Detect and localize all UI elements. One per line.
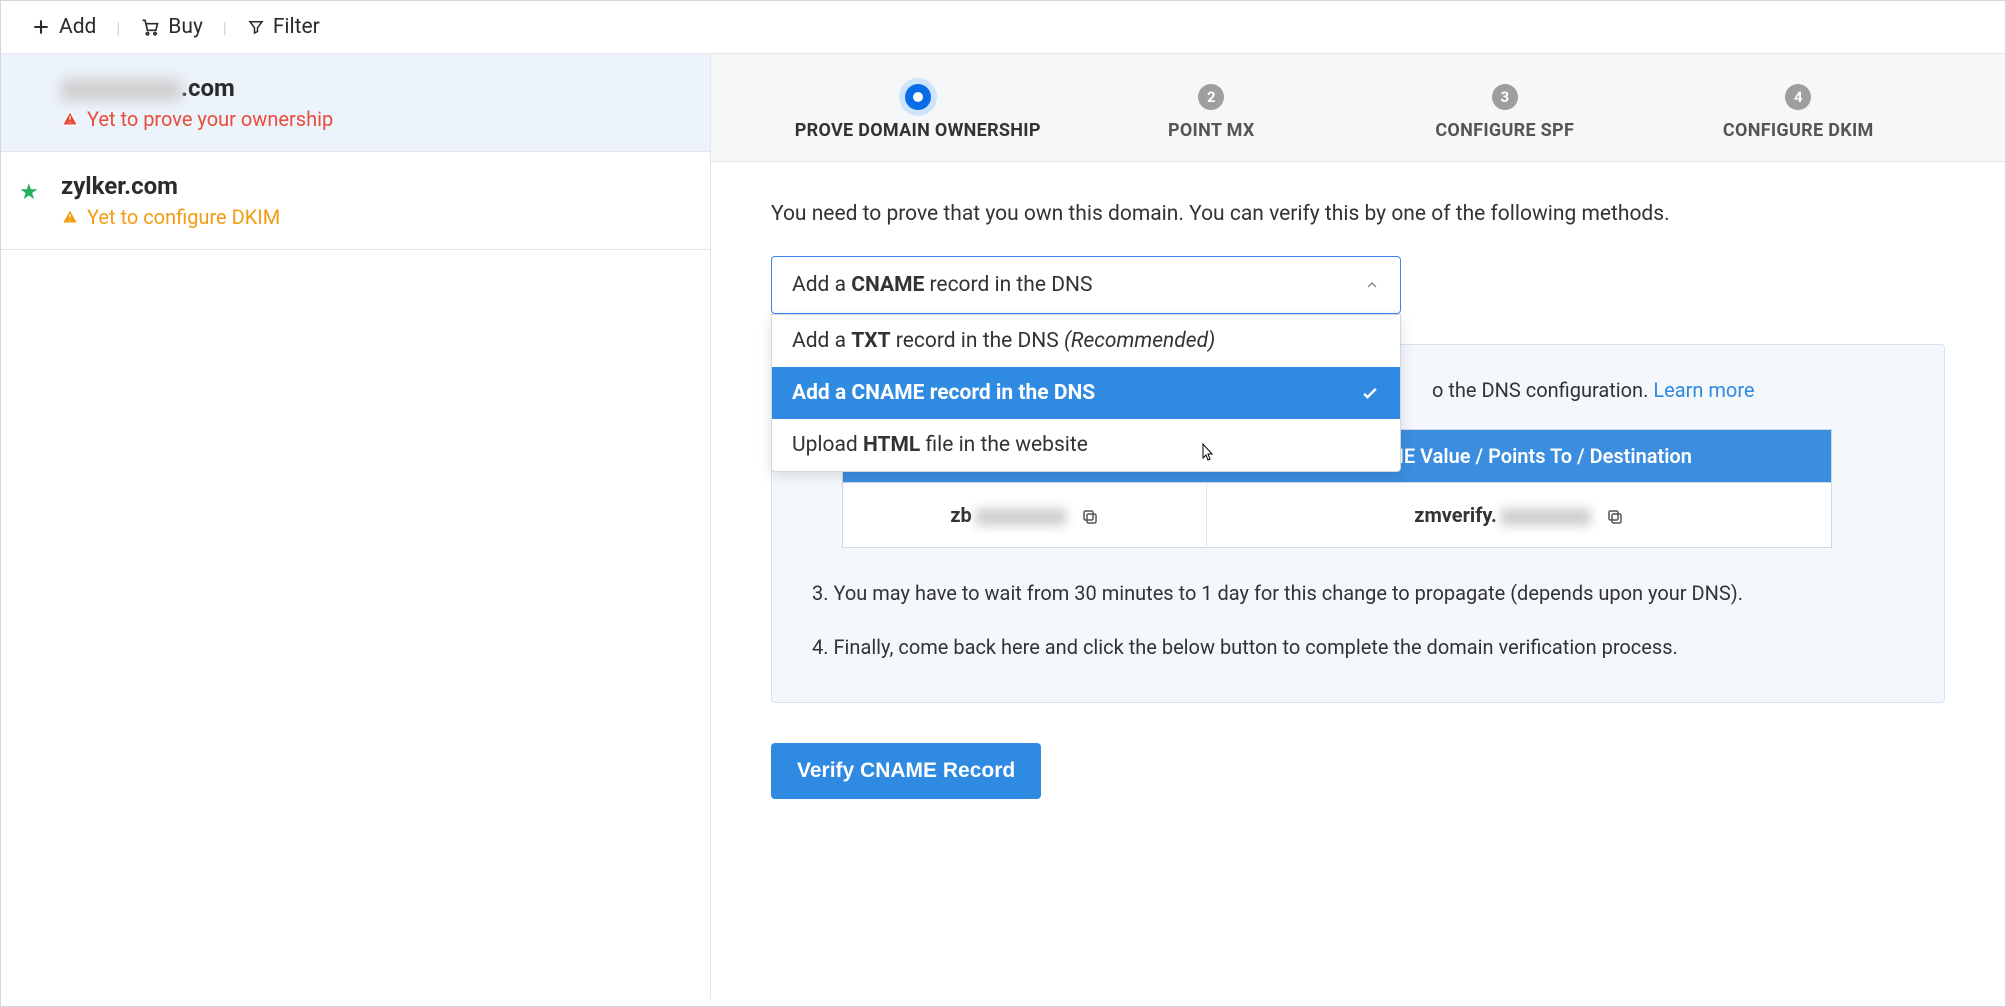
step-circle: 3 — [1492, 84, 1518, 110]
step-circle: 2 — [1198, 84, 1224, 110]
cart-icon — [140, 17, 160, 37]
domain-status: Yet to configure DKIM — [61, 205, 670, 229]
domain-name: zylker.com — [61, 172, 670, 200]
main-body: You need to prove that you own this doma… — [711, 162, 2005, 999]
filter-label: Filter — [273, 15, 320, 39]
step-3[interactable]: 3 CONFIGURE SPF — [1358, 84, 1652, 141]
blurred-domain-prefix — [61, 79, 181, 101]
step-label: POINT MX — [1168, 120, 1255, 141]
dropdown-option-cname[interactable]: Add a CNAME record in the DNS — [772, 367, 1400, 419]
check-icon — [1360, 383, 1380, 403]
step-circle: 4 — [1785, 84, 1811, 110]
filter-button[interactable]: Filter — [247, 15, 320, 39]
warning-icon — [61, 110, 79, 128]
star-icon: ★ — [19, 180, 39, 205]
stepper: PROVE DOMAIN OWNERSHIP 2 POINT MX 3 CONF… — [711, 54, 2005, 162]
table-row: zb zmverify. — [843, 483, 1832, 548]
dropdown-value: Add a CNAME record in the DNS — [792, 273, 1092, 297]
verify-button[interactable]: Verify CNAME Record — [771, 743, 1041, 799]
option-label: Upload HTML file in the website — [792, 433, 1088, 457]
buy-label: Buy — [168, 15, 203, 39]
cell-cname-name: zb — [843, 483, 1207, 548]
info-text: o the DNS configuration. — [1432, 378, 1653, 402]
domain-status: Yet to prove your ownership — [61, 107, 670, 131]
step-4[interactable]: 4 CONFIGURE DKIM — [1652, 84, 1946, 141]
domain-item-1[interactable]: .com Yet to prove your ownership — [1, 54, 710, 152]
intro-text: You need to prove that you own this doma… — [771, 202, 1945, 226]
domain-item-2[interactable]: ★ zylker.com Yet to configure DKIM — [1, 152, 710, 250]
filter-icon — [247, 18, 265, 36]
chevron-up-icon — [1364, 277, 1380, 293]
option-label: Add a CNAME record in the DNS — [792, 381, 1095, 405]
dropdown-option-txt[interactable]: Add a TXT record in the DNS (Recommended… — [772, 315, 1400, 367]
step-label: CONFIGURE SPF — [1435, 120, 1574, 141]
domain-suffix: .com — [181, 74, 235, 102]
step-circle — [905, 84, 931, 110]
add-button[interactable]: Add — [31, 15, 96, 39]
step-1[interactable]: PROVE DOMAIN OWNERSHIP — [771, 84, 1065, 141]
dropdown-option-html[interactable]: Upload HTML file in the website — [772, 419, 1400, 471]
step-label: PROVE DOMAIN OWNERSHIP — [795, 120, 1041, 141]
learn-more-link[interactable]: Learn more — [1653, 378, 1754, 402]
info-step-3: 3. You may have to wait from 30 minutes … — [812, 578, 1904, 608]
add-label: Add — [59, 15, 96, 39]
copy-icon[interactable] — [1081, 508, 1099, 526]
separator: | — [223, 18, 227, 37]
domain-name: .com — [61, 74, 670, 102]
dropdown-list: Add a TXT record in the DNS (Recommended… — [771, 314, 1401, 472]
main: PROVE DOMAIN OWNERSHIP 2 POINT MX 3 CONF… — [711, 54, 2005, 999]
verification-method-dropdown: Add a CNAME record in the DNS Add a TXT … — [771, 256, 1401, 314]
plus-icon — [31, 17, 51, 37]
option-label: Add a TXT record in the DNS (Recommended… — [792, 329, 1215, 353]
dropdown-selected[interactable]: Add a CNAME record in the DNS — [771, 256, 1401, 314]
info-step-4: 4. Finally, come back here and click the… — [812, 632, 1904, 662]
buy-button[interactable]: Buy — [140, 15, 203, 39]
step-label: CONFIGURE DKIM — [1723, 120, 1874, 141]
status-text: Yet to configure DKIM — [87, 205, 280, 229]
copy-icon[interactable] — [1606, 508, 1624, 526]
step-2[interactable]: 2 POINT MX — [1065, 84, 1359, 141]
sidebar: .com Yet to prove your ownership ★ zylke… — [1, 54, 711, 999]
separator: | — [116, 18, 120, 37]
topbar: Add | Buy | Filter — [1, 1, 2005, 54]
warning-icon — [61, 208, 79, 226]
cell-cname-value: zmverify. — [1207, 483, 1832, 548]
status-text: Yet to prove your ownership — [87, 107, 333, 131]
